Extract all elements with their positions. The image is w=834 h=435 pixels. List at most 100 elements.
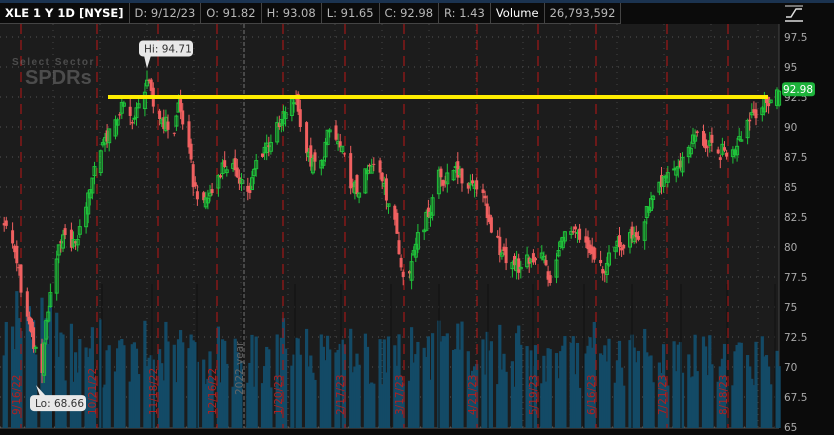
volume-bar [548, 349, 552, 428]
y-tick-label: 72.5 [784, 332, 807, 344]
volume-bar [386, 336, 391, 428]
candle-body [187, 121, 191, 148]
volume-bar [739, 342, 743, 428]
candle-body [599, 259, 603, 264]
candle-body [223, 160, 227, 168]
candle-body [471, 180, 474, 184]
candle-body [481, 189, 485, 193]
candle-body [384, 178, 388, 201]
low-readout: L: 91.65 [322, 3, 380, 24]
candle-body [355, 175, 359, 195]
candle-body [63, 228, 67, 235]
candle-body [305, 122, 309, 154]
candle-body [399, 257, 403, 268]
volume-bar [563, 336, 567, 428]
volume-bar [695, 371, 699, 428]
x-tick-label: 8/18/23 [718, 375, 730, 415]
close-readout: C: 92.98 [380, 3, 440, 24]
volume-bar [313, 379, 317, 428]
candle [25, 287, 29, 322]
candle-body [172, 132, 176, 134]
y-tick-label: 65 [784, 422, 797, 434]
price-chart[interactable]: 9/16/22 10/21/22 11/18/22 12/16/22 2022 year… [0, 24, 834, 435]
candle-body [397, 240, 401, 255]
candle-body [475, 180, 479, 190]
chart-style-icon[interactable] [782, 4, 806, 24]
candle-body [573, 226, 577, 230]
candle-body [710, 134, 714, 143]
candle-body [298, 109, 302, 127]
volume-bar [431, 333, 435, 428]
candle-body [342, 153, 346, 155]
volume-bar [107, 345, 111, 428]
volume-bar [777, 366, 781, 428]
candle [489, 214, 493, 234]
low-label: Lo: 68.66 [35, 398, 84, 410]
candle-body [118, 114, 122, 116]
candle-body [25, 291, 29, 317]
y-tick-label: 80 [784, 242, 797, 254]
candle-body [716, 149, 720, 154]
candle-body [748, 119, 752, 122]
volume-bar [78, 339, 82, 428]
candle-body [725, 152, 729, 157]
candle [325, 129, 330, 146]
candle-body [132, 117, 137, 120]
volume-bar [445, 333, 449, 428]
candle-body [754, 109, 758, 119]
x-tick-label: 9/16/22 [11, 375, 23, 415]
candle-body [544, 260, 548, 266]
candle-body [695, 131, 699, 133]
candle-body [618, 235, 621, 247]
candle-body [210, 189, 214, 193]
candle-body [622, 244, 626, 249]
candle-body [395, 212, 399, 234]
volume-bar [298, 354, 302, 428]
candle-body [531, 253, 535, 263]
volume-bar [166, 341, 170, 428]
range-readout: R: 1.43 [439, 3, 491, 24]
candle-body [189, 143, 193, 160]
candle-body [578, 228, 582, 240]
candle-body [261, 153, 264, 157]
candle-body [378, 160, 382, 173]
y-tick-label: 75 [784, 302, 797, 314]
volume-bar [489, 341, 493, 428]
volume-bar [181, 342, 185, 428]
x-tick-label: 5/19/23 [528, 375, 540, 415]
volume-bar [460, 321, 464, 428]
x-tick-label: 2/17/23 [335, 375, 347, 415]
x-tick-label: 11/18/22 [148, 368, 160, 415]
volume-bar [34, 354, 38, 428]
x-tick-label: 1/20/23 [273, 375, 285, 415]
candle-body [4, 220, 8, 226]
volume-bar [519, 344, 523, 428]
date-readout: D: 9/12/23 [130, 3, 202, 24]
last-price-text: 92.98 [783, 84, 813, 96]
candle-body [401, 271, 405, 278]
candle [98, 149, 103, 176]
candle-body [15, 245, 19, 264]
candle-body [11, 230, 15, 244]
candle [19, 264, 23, 298]
candle-body [32, 327, 36, 349]
volume-bar [710, 364, 714, 428]
candle-body [219, 175, 222, 178]
y-tick-label: 67.5 [784, 392, 807, 404]
candle-body [19, 264, 23, 293]
volume-bar [651, 382, 655, 428]
volume-bar [225, 363, 229, 428]
last-price-tag: 92.98 [782, 82, 815, 97]
select-sector-spdrs-logo: Select Sector SPDRs [12, 57, 93, 89]
candle-body [548, 275, 552, 283]
candle-body [483, 195, 487, 199]
candle-body [706, 146, 710, 148]
symbol-label[interactable]: XLE 1 Y 1D [NYSE] [0, 3, 130, 24]
candle-body [498, 236, 502, 256]
candle-body [571, 231, 575, 233]
candle-body [718, 157, 722, 160]
volume-bar [372, 383, 376, 428]
candle-body [181, 110, 185, 125]
candle [395, 209, 399, 234]
candle [768, 99, 773, 104]
